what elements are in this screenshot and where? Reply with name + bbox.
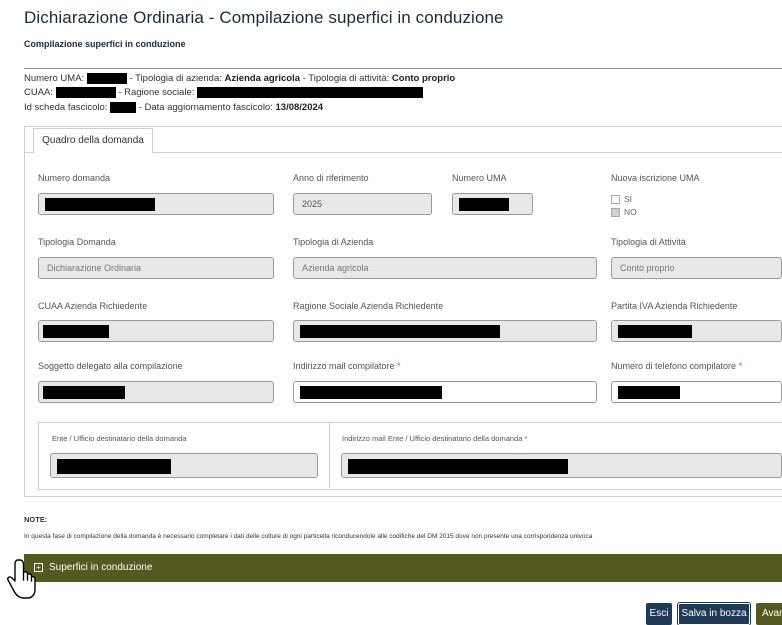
- anno-riferimento-label: Anno di riferimento: [293, 173, 369, 183]
- info-line-3: Id scheda fascicolo: - Data aggiornament…: [24, 102, 324, 114]
- page-title: Dichiarazione Ordinaria - Compilazione s…: [24, 8, 504, 27]
- info-line-1: Numero UMA: - Tipologia di azienda: Azie…: [24, 73, 456, 85]
- ente-ufficio-label: Ente / Ufficio destinatario della domand…: [52, 434, 187, 443]
- redacted-block: [110, 102, 137, 113]
- numero-uma-field[interactable]: [452, 193, 533, 215]
- ragione-sociale-field[interactable]: [293, 320, 597, 342]
- telefono-compilatore-input[interactable]: [611, 381, 782, 403]
- notes-heading: NOTE:: [24, 515, 48, 524]
- anno-riferimento-field[interactable]: 2025: [293, 193, 432, 215]
- redacted-block: [43, 386, 125, 399]
- redacted-block: [300, 386, 442, 399]
- mail-compilatore-label: Indirizzo mail compilatore *: [293, 361, 401, 371]
- nuova-iscrizione-label: Nuova iscrizione UMA: [611, 173, 700, 183]
- option-si[interactable]: SI: [611, 194, 632, 205]
- cuaa-field[interactable]: [38, 320, 274, 342]
- tipologia-domanda-label: Tipologia Domanda: [38, 237, 116, 247]
- partita-iva-field[interactable]: [611, 320, 782, 342]
- redacted-block: [459, 198, 509, 211]
- esci-button[interactable]: Esci: [646, 603, 672, 625]
- redacted-block: [300, 325, 500, 338]
- cuaa-label: CUAA Azienda Richiedente: [38, 301, 148, 311]
- mail-ente-field[interactable]: [341, 453, 782, 478]
- soggetto-delegato-label: Soggetto delegato alla compilazione: [38, 361, 183, 371]
- header-divider: [24, 68, 782, 69]
- mail-ente-label: Indirizzo mail Ente / Ufficio destinatar…: [342, 434, 528, 443]
- redacted-block: [348, 459, 568, 474]
- redacted-block: [57, 459, 171, 474]
- redacted-block: [86, 73, 127, 84]
- tipologia-domanda-field[interactable]: Dichiarazione Ordinaria: [38, 257, 274, 279]
- numero-domanda-label: Numero domanda: [38, 173, 111, 183]
- mail-compilatore-input[interactable]: [293, 381, 597, 403]
- tab-quadro-domanda[interactable]: Quadro della domanda: [33, 128, 153, 154]
- checkbox-si[interactable]: [611, 195, 620, 205]
- hand-pointer-icon: [7, 559, 36, 599]
- redacted-block: [618, 325, 692, 338]
- tipologia-azienda-label: Tipologia di Azienda: [293, 237, 374, 247]
- accordion-label: Superfici in conduzione: [49, 562, 153, 573]
- ragione-sociale-label: Ragione Sociale Azienda Richiedente: [293, 301, 444, 311]
- numero-domanda-field[interactable]: [38, 193, 274, 215]
- redacted-block: [618, 386, 680, 399]
- tipologia-attivita-field[interactable]: Conto proprio: [611, 257, 782, 279]
- salva-bozza-button[interactable]: Salva in bozza: [677, 602, 751, 625]
- accordion-superfici[interactable]: + Superfici in conduzione: [24, 554, 782, 582]
- soggetto-delegato-field[interactable]: [38, 381, 274, 403]
- numero-uma-label: Numero UMA: [452, 173, 507, 183]
- ente-ufficio-field[interactable]: [50, 453, 318, 478]
- redacted-block: [55, 87, 116, 98]
- tipologia-azienda-field[interactable]: Azienda agricola: [293, 257, 597, 279]
- telefono-compilatore-label: Numero di telefono compilatore *: [611, 361, 743, 371]
- redacted-block: [43, 325, 109, 338]
- redacted-block: [197, 87, 424, 98]
- page-subtitle: Compilazione superfici in conduzione: [24, 39, 186, 49]
- checkbox-no[interactable]: [611, 208, 620, 218]
- partita-iva-label: Partita IVA Azienda Richiedente: [611, 301, 738, 311]
- subpanel-divider: [329, 422, 330, 488]
- redacted-block: [45, 198, 155, 211]
- option-no[interactable]: NO: [611, 207, 637, 218]
- notes-text: In questa fase di compilazione della dom…: [24, 533, 593, 540]
- avanti-button[interactable]: Avanti: [756, 603, 782, 625]
- info-line-2: CUAA: - Ragione sociale:: [24, 87, 424, 99]
- tipologia-attivita-label: Tipologia di Attività: [611, 237, 686, 247]
